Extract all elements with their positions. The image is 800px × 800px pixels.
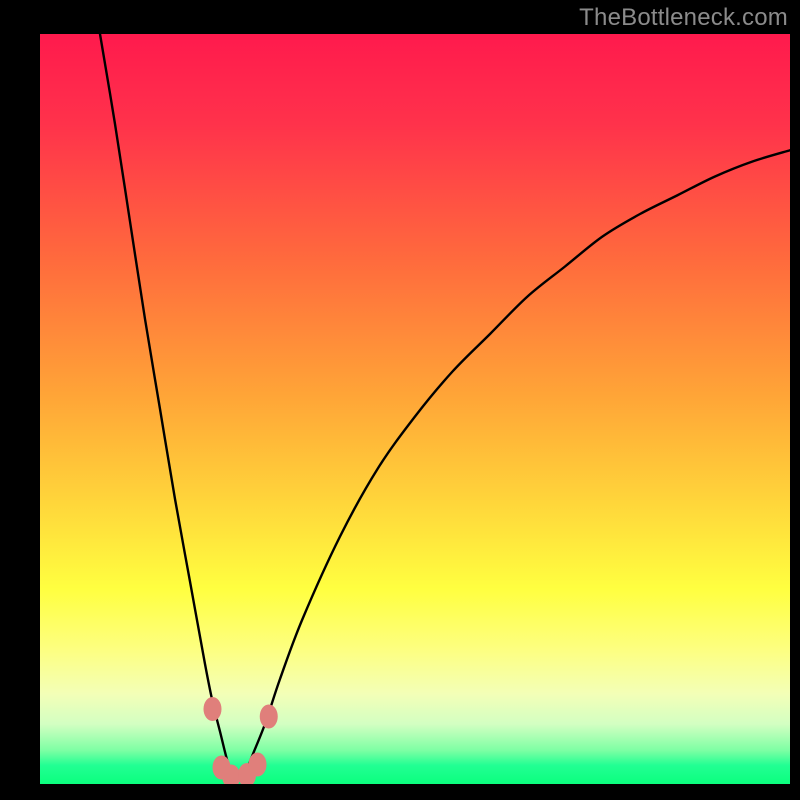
marker-0 (204, 697, 222, 721)
series-right-branch (243, 150, 791, 784)
marker-5 (249, 753, 267, 777)
watermark-text: TheBottleneck.com (579, 4, 788, 32)
bottleneck-curve (100, 34, 790, 784)
plot-area (40, 34, 790, 784)
marker-1 (260, 705, 278, 729)
series-left-branch (100, 34, 235, 784)
chart-frame: TheBottleneck.com (0, 0, 800, 800)
data-markers (204, 697, 278, 784)
curve-layer (40, 34, 790, 784)
